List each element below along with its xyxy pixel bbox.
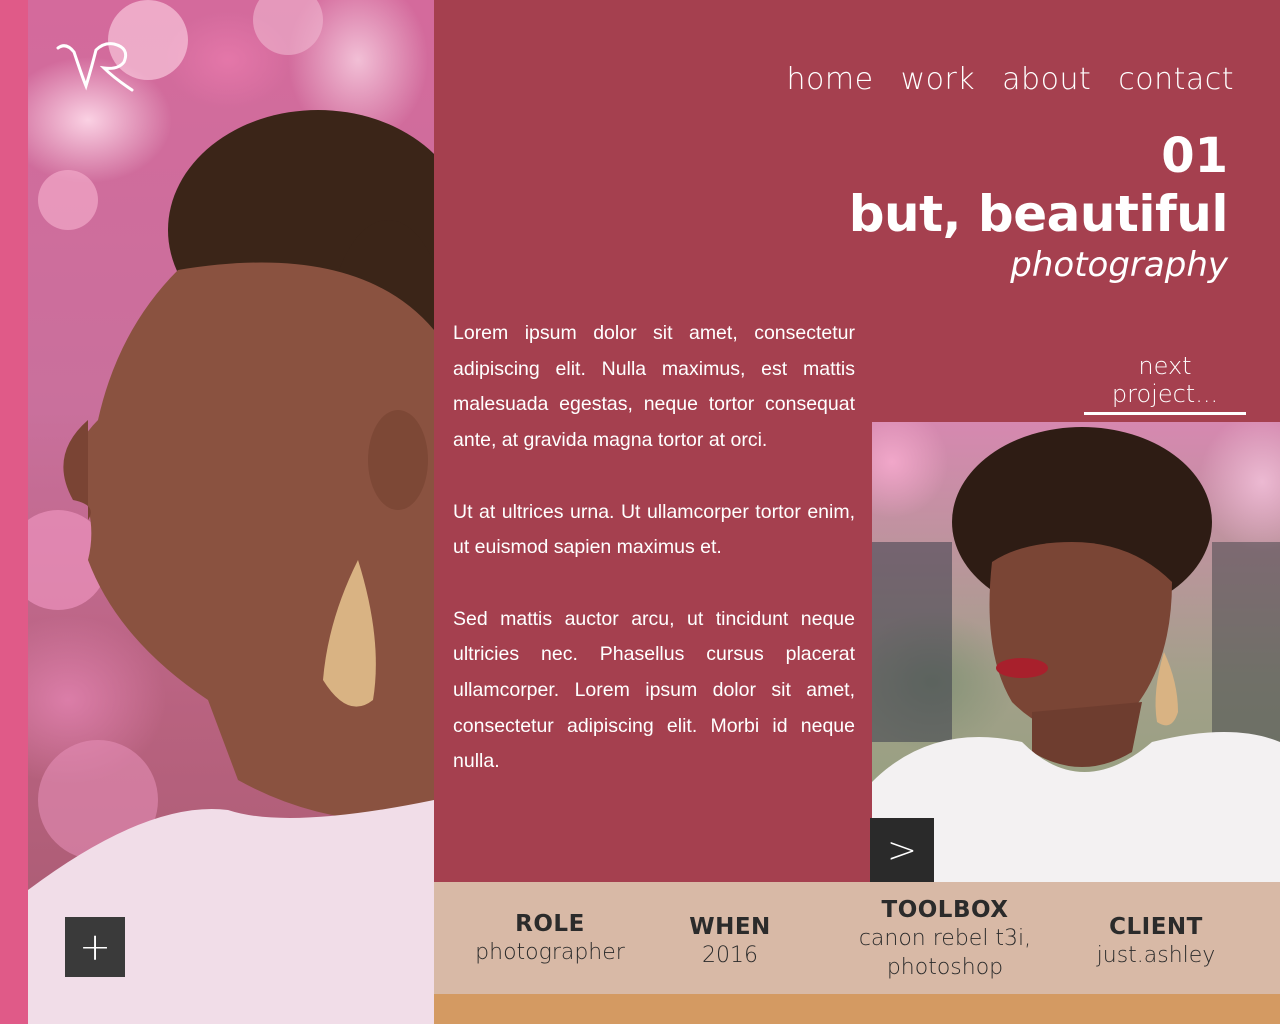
nav-item-work[interactable]: work [901, 62, 976, 97]
main-nav: home work about contact [787, 62, 1235, 97]
project-number: 01 [1161, 128, 1228, 184]
chevron-right-icon: > [886, 829, 918, 871]
bottom-accent-bar [434, 994, 1280, 1024]
info-toolbox-label: TOOLBOX [881, 897, 1009, 923]
info-toolbox-value-line1: canon rebel t3i, [858, 926, 1032, 951]
expand-plus-button[interactable]: + [65, 917, 125, 977]
nav-item-contact[interactable]: contact [1118, 62, 1234, 97]
left-accent-strip [0, 0, 28, 1024]
nav-item-about[interactable]: about [1002, 62, 1091, 97]
description-paragraph: Ut at ultrices urna. Ut ullamcorper tort… [453, 500, 855, 559]
project-title: but, beautiful [848, 185, 1229, 243]
secondary-photo-illustration [872, 427, 1280, 883]
info-role-value: photographer [475, 940, 625, 965]
description-paragraph: Sed mattis auctor arcu, ut tincidunt neq… [453, 607, 855, 773]
vr-monogram-logo[interactable] [52, 36, 136, 96]
project-info-bar: ROLE photographer WHEN 2016 TOOLBOX cano… [434, 882, 1280, 994]
secondary-photo [872, 422, 1280, 883]
info-toolbox: TOOLBOX canon rebel t3i, photoshop [844, 896, 1046, 982]
project-subtitle: photography [1010, 245, 1228, 285]
portfolio-page: + home work about contact 01 but, beauti… [0, 0, 1280, 1024]
plus-icon: + [79, 925, 111, 969]
hero-photo [28, 0, 434, 1024]
info-role-label: ROLE [515, 911, 585, 937]
next-project-link[interactable]: next project... [1084, 352, 1246, 415]
info-toolbox-value-line2: photoshop [886, 955, 1004, 980]
info-client: CLIENT just.ashley [1082, 913, 1230, 970]
nav-item-home[interactable]: home [787, 62, 874, 97]
description-paragraph: Lorem ipsum dolor sit amet, consectetur … [453, 322, 855, 452]
info-client-value: just.ashley [1096, 943, 1216, 968]
info-when-label: WHEN [689, 914, 771, 940]
hero-photo-illustration [28, 0, 434, 1024]
next-image-button[interactable]: > [870, 818, 934, 882]
info-role: ROLE photographer [464, 910, 636, 967]
project-description: Lorem ipsum dolor sit amet, consectetur … [453, 316, 855, 816]
info-client-label: CLIENT [1109, 914, 1203, 940]
info-when: WHEN 2016 [670, 913, 790, 970]
info-when-value: 2016 [702, 943, 758, 968]
project-title-block: 01 but, beautiful photography [848, 128, 1229, 286]
